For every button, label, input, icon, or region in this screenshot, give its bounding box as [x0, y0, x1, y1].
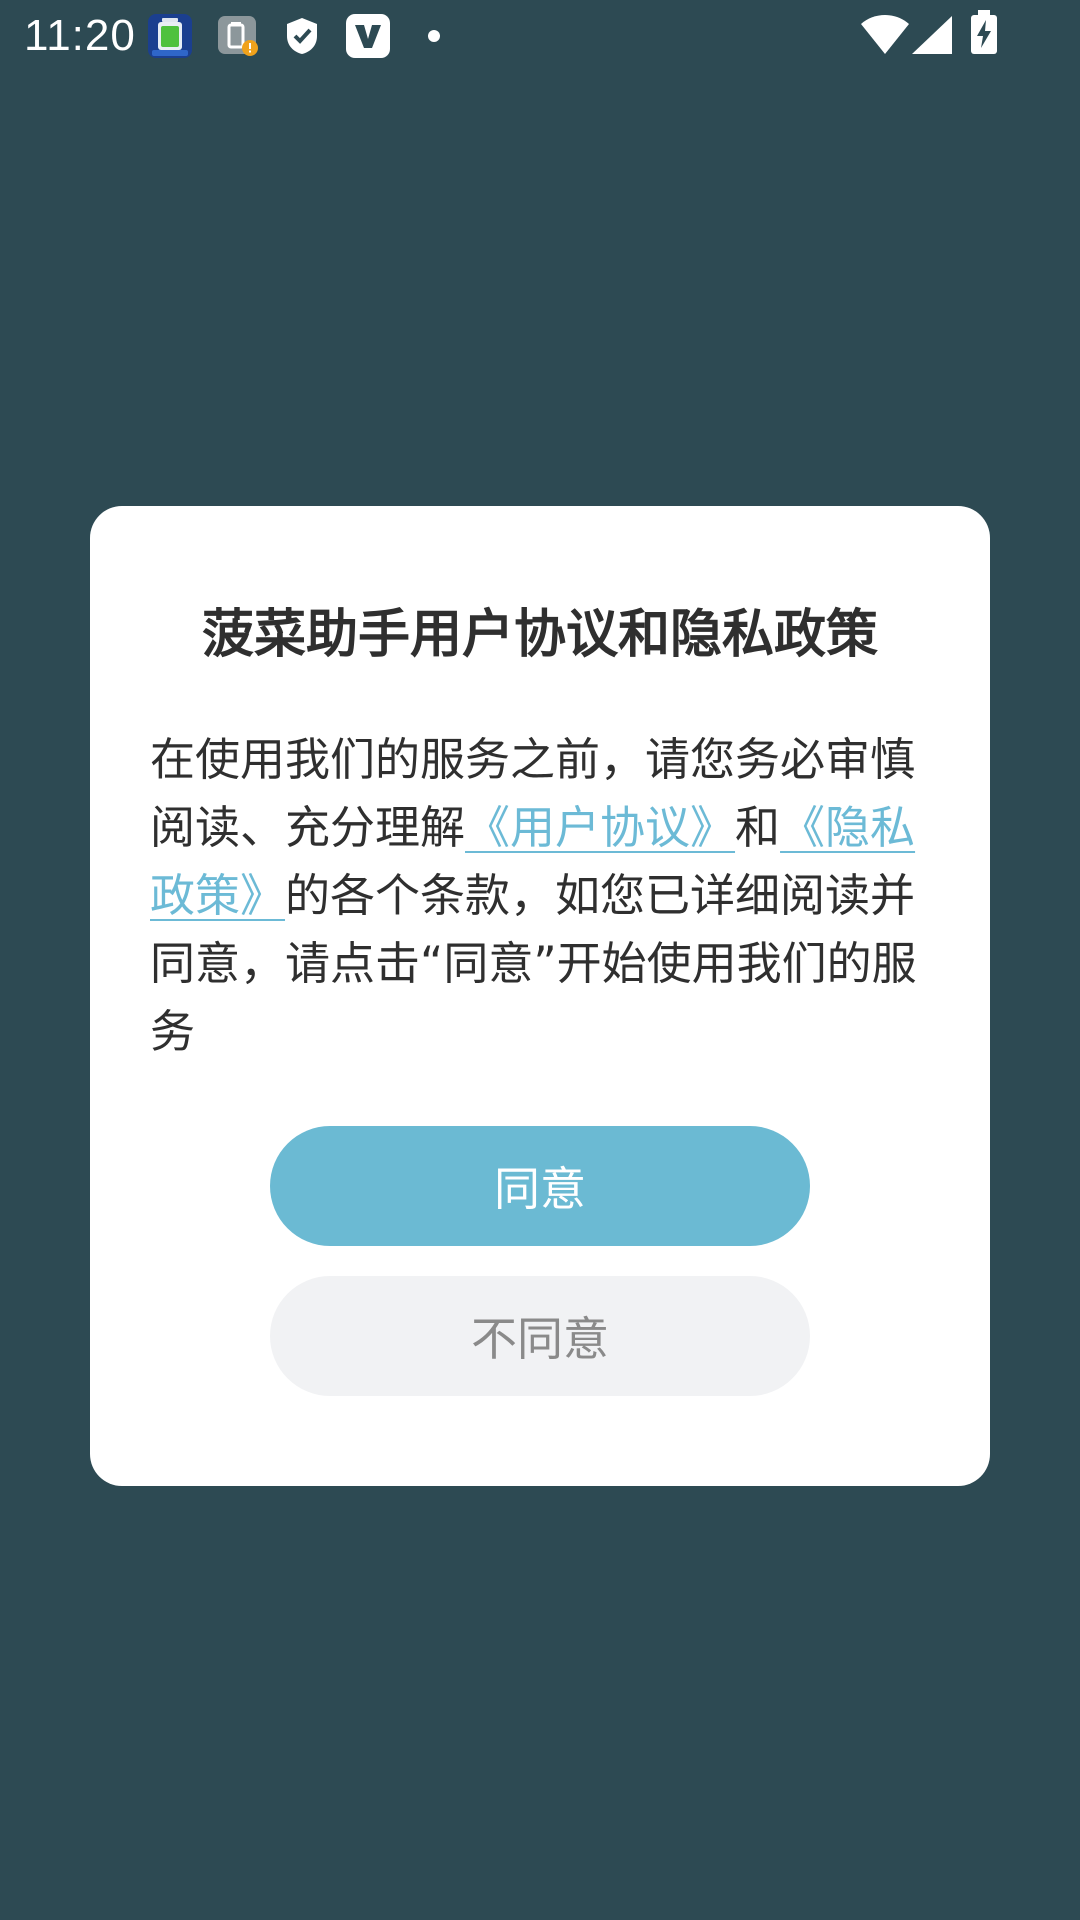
- dialog-body: 在使用我们的服务之前，请您务必审慎阅读、充分理解《用户协议》和《隐私政策》的各个…: [150, 726, 930, 1066]
- dot-icon: [426, 28, 442, 48]
- signal-icon: [910, 14, 954, 60]
- shield-icon: [284, 16, 320, 60]
- status-bar: 11:20: [0, 0, 1080, 72]
- agree-button[interactable]: 同意: [270, 1126, 810, 1246]
- battery-app-icon: [146, 12, 194, 64]
- status-time: 11:20: [24, 11, 136, 60]
- wifi-icon: [860, 14, 910, 60]
- user-agreement-link[interactable]: 《用户协议》: [465, 801, 735, 854]
- battery-charging-icon: [968, 10, 1000, 60]
- battery-alert-icon: [216, 14, 260, 62]
- privacy-dialog: 菠菜助手用户协议和隐私政策 在使用我们的服务之前，请您务必审慎阅读、充分理解《用…: [90, 506, 990, 1486]
- body-text-part2: 和: [735, 801, 781, 854]
- v-app-icon: [344, 12, 392, 64]
- disagree-button[interactable]: 不同意: [270, 1276, 810, 1396]
- dialog-title: 菠菜助手用户协议和隐私政策: [201, 605, 878, 665]
